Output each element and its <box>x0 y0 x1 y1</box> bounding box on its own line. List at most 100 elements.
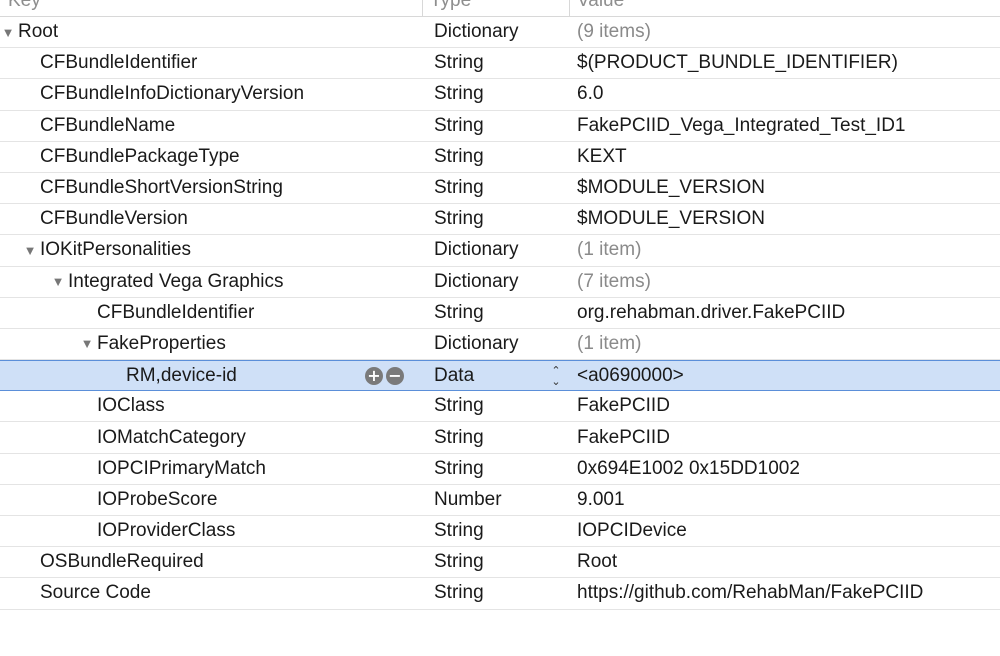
type-cell[interactable]: String <box>434 204 484 234</box>
type-cell[interactable]: String <box>434 79 484 109</box>
type-cell[interactable]: String <box>434 454 484 484</box>
value-cell[interactable]: FakePCIID <box>577 391 670 421</box>
value-cell[interactable]: $MODULE_VERSION <box>577 173 765 203</box>
type-cell[interactable]: Dictionary <box>434 267 518 297</box>
key-cell[interactable]: ▼IOPCIPrimaryMatch <box>79 454 266 484</box>
value-cell[interactable]: FakePCIID_Vega_Integrated_Test_ID1 <box>577 111 905 141</box>
key-cell[interactable]: ▼IOClass <box>79 391 165 421</box>
key-label: CFBundleName <box>40 114 176 136</box>
disclosure-triangle-icon[interactable]: ▼ <box>22 243 38 258</box>
key-label: FakeProperties <box>97 332 226 354</box>
type-cell[interactable]: String <box>434 142 484 172</box>
table-row[interactable]: ▼ Integrated Vega Graphics Dictionary (7 it… <box>0 267 1000 298</box>
table-row[interactable]: ▼ Root Dictionary (9 items) <box>0 17 1000 49</box>
table-row[interactable]: ▼CFBundlePackageType String KEXT <box>0 142 1000 173</box>
column-header: Key Type Value <box>0 0 1000 17</box>
table-row[interactable]: ▼CFBundleVersion String $MODULE_VERSION <box>0 204 1000 236</box>
type-cell[interactable]: String <box>434 422 484 452</box>
type-column-header[interactable]: Type <box>430 0 471 12</box>
value-cell[interactable]: https://github.com/RehabMan/FakePCIID <box>577 578 923 608</box>
table-row[interactable]: ▼ IOKitPersonalities Dictionary (1 item) <box>0 235 1000 267</box>
type-stepper-icon[interactable]: ⌃ ⌄ <box>549 363 563 389</box>
value-cell[interactable]: $MODULE_VERSION <box>577 204 765 234</box>
key-label: CFBundlePackageType <box>40 145 240 167</box>
key-cell[interactable]: ▼CFBundleIdentifier <box>79 298 254 328</box>
type-cell[interactable]: Number <box>434 485 502 515</box>
value-cell[interactable]: (1 item) <box>577 235 641 265</box>
key-column-header[interactable]: Key <box>8 0 41 12</box>
value-column-header[interactable]: Value <box>577 0 624 12</box>
type-cell[interactable]: String <box>434 391 484 421</box>
key-cell[interactable]: ▼ IOKitPersonalities <box>22 235 191 265</box>
table-row[interactable]: ▼OSBundleRequired String Root <box>0 547 1000 579</box>
table-row[interactable]: ▼CFBundleShortVersionString String $MODULE… <box>0 173 1000 205</box>
value-cell[interactable]: 0x694E1002 0x15DD1002 <box>577 454 800 484</box>
type-cell[interactable]: Dictionary <box>434 329 518 359</box>
table-row[interactable]: ▼CFBundleName String FakePCIID_Vega_Integr… <box>0 111 1000 142</box>
disclosure-triangle-icon[interactable]: ▼ <box>79 336 95 351</box>
key-cell[interactable]: ▼CFBundleInfoDictionaryVersion <box>22 79 304 109</box>
type-cell[interactable]: String <box>434 298 484 328</box>
value-cell[interactable]: (7 items) <box>577 267 651 297</box>
type-cell[interactable]: Data <box>434 361 474 390</box>
key-cell[interactable]: ▼ Root <box>0 17 59 47</box>
key-cell[interactable]: ▼IOProbeScore <box>79 485 217 515</box>
table-row[interactable]: ▼IOClass String FakePCIID <box>0 391 1000 423</box>
type-cell[interactable]: String <box>434 173 484 203</box>
table-row[interactable]: ▼IOMatchCategory String FakePCIID <box>0 422 1000 454</box>
table-row[interactable]: ▼ FakeProperties Dictionary (1 item) <box>0 329 1000 361</box>
key-cell[interactable]: ▼IOMatchCategory <box>79 422 246 452</box>
value-cell[interactable]: KEXT <box>577 142 627 172</box>
key-cell[interactable]: ▼CFBundlePackageType <box>22 142 240 172</box>
value-cell[interactable]: $(PRODUCT_BUNDLE_IDENTIFIER) <box>577 48 898 78</box>
key-label: OSBundleRequired <box>40 551 204 573</box>
key-cell[interactable]: ▼CFBundleIdentifier <box>22 48 197 78</box>
value-cell[interactable]: FakePCIID <box>577 422 670 452</box>
value-cell[interactable]: (1 item) <box>577 329 641 359</box>
type-cell[interactable]: String <box>434 516 484 546</box>
table-row[interactable]: ▼IOProviderClass String IOPCIDevice <box>0 516 1000 548</box>
key-cell[interactable]: ▼RM,device-id <box>108 361 237 390</box>
key-label: IOMatchCategory <box>97 426 246 448</box>
key-cell[interactable]: ▼ Integrated Vega Graphics <box>50 267 284 297</box>
value-cell[interactable]: IOPCIDevice <box>577 516 687 546</box>
row-controls: + − <box>365 367 404 386</box>
key-label: CFBundleIdentifier <box>40 52 198 74</box>
value-cell[interactable]: org.rehabman.driver.FakePCIID <box>577 298 845 328</box>
key-label: IOClass <box>97 395 165 417</box>
key-cell[interactable]: ▼CFBundleShortVersionString <box>22 173 283 203</box>
key-cell[interactable]: ▼OSBundleRequired <box>22 547 204 577</box>
key-cell[interactable]: ▼CFBundleName <box>22 111 175 141</box>
remove-item-icon[interactable]: − <box>386 367 404 386</box>
key-label: CFBundleInfoDictionaryVersion <box>40 83 305 105</box>
key-label: CFBundleShortVersionString <box>40 177 283 199</box>
key-cell[interactable]: ▼IOProviderClass <box>79 516 235 546</box>
key-cell[interactable]: ▼CFBundleVersion <box>22 204 188 234</box>
key-label: RM,device-id <box>126 364 237 386</box>
type-cell[interactable]: String <box>434 547 484 577</box>
value-cell[interactable]: (9 items) <box>577 17 651 47</box>
key-label: CFBundleIdentifier <box>97 301 255 323</box>
value-cell[interactable]: <a0690000> <box>577 361 684 390</box>
value-cell[interactable]: Root <box>577 547 617 577</box>
type-cell[interactable]: Dictionary <box>434 17 518 47</box>
type-cell[interactable]: String <box>434 578 484 608</box>
key-label: IOProviderClass <box>97 520 236 542</box>
table-row-selected[interactable]: ▼RM,device-id +− Data ⌃⌄ <a0690000> <box>0 360 1000 392</box>
type-cell[interactable]: String <box>434 48 484 78</box>
disclosure-triangle-icon[interactable]: ▼ <box>50 274 66 289</box>
table-row[interactable]: ▼Source Code String https://github.com/Reh… <box>0 578 1000 610</box>
add-item-icon[interactable]: + <box>365 367 383 386</box>
type-cell[interactable]: String <box>434 111 484 141</box>
type-cell[interactable]: Dictionary <box>434 235 518 265</box>
key-cell[interactable]: ▼ FakeProperties <box>79 329 226 359</box>
value-cell[interactable]: 9.001 <box>577 485 625 515</box>
table-row[interactable]: ▼IOProbeScore Number 9.001 <box>0 485 1000 516</box>
disclosure-triangle-icon[interactable]: ▼ <box>0 25 16 40</box>
value-cell[interactable]: 6.0 <box>577 79 603 109</box>
table-row[interactable]: ▼CFBundleIdentifier String $(PRODUCT_BUNDL… <box>0 48 1000 80</box>
table-row[interactable]: ▼CFBundleInfoDictionaryVersion String 6.0 <box>0 79 1000 111</box>
table-row[interactable]: ▼IOPCIPrimaryMatch String 0x694E1002 0x15D… <box>0 454 1000 485</box>
key-cell[interactable]: ▼Source Code <box>22 578 151 608</box>
table-row[interactable]: ▼CFBundleIdentifier String org.rehabman.dr… <box>0 298 1000 329</box>
